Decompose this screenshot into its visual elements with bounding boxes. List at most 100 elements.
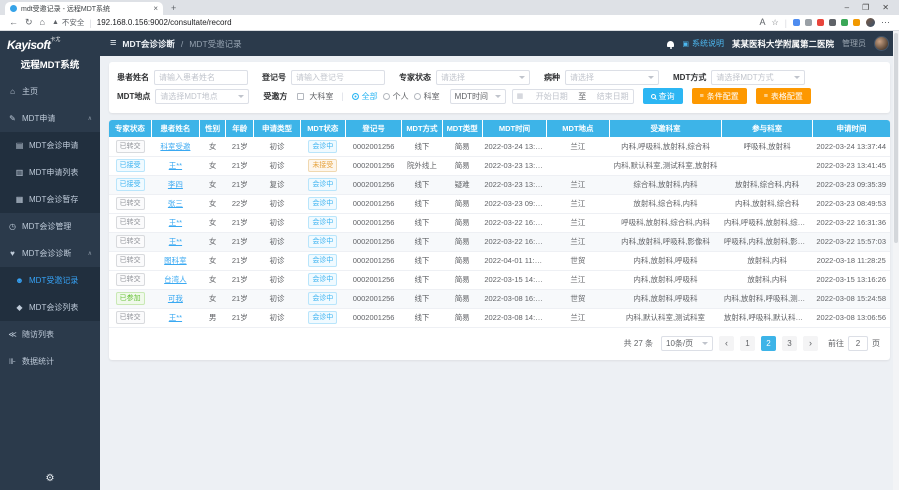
condition-config-button[interactable]: ≡ 条件配置 <box>692 88 747 104</box>
gear-icon[interactable]: ⚙ <box>0 469 100 490</box>
extension-icon[interactable] <box>853 19 860 26</box>
expert-status-tag: 已转交 <box>116 140 145 153</box>
user-icon: ☻ <box>15 276 24 285</box>
top-header: ≡ MDT会诊诊断 / MDT受邀记录 ▣ 系统说明 某某医科大学附属第二医院 … <box>100 31 899 56</box>
read-aloud-icon[interactable]: A <box>759 18 765 27</box>
scrollbar-thumb[interactable] <box>894 33 898 243</box>
sidebar-item-home[interactable]: ⌂主页 <box>0 78 100 105</box>
sidebar-item-mdt-apply[interactable]: ✎MDT申请∧ <box>0 105 100 132</box>
sidebar-item-data-stats[interactable]: ⊪数据统计 <box>0 348 100 375</box>
radio-department[interactable]: 科室 <box>414 91 440 102</box>
radio-all[interactable]: 全部 <box>352 91 378 102</box>
patient-name-link[interactable]: 台湾人 <box>164 275 187 284</box>
date-range-picker[interactable]: ▦ 开始日期 至 结束日期 <box>512 89 634 104</box>
patient-name-link[interactable]: 图科室 <box>164 256 187 265</box>
radio-personal[interactable]: 个人 <box>383 91 409 102</box>
back-icon[interactable]: ← <box>9 18 18 27</box>
sidebar-item-mdt-consult-apply[interactable]: ▤MDT会诊申请 <box>0 132 100 159</box>
security-warning[interactable]: ▲ 不安全 <box>52 17 84 28</box>
extension-icon[interactable] <box>805 19 812 26</box>
cell-gender: 女 <box>200 251 226 270</box>
tab-close-icon[interactable]: × <box>153 5 158 13</box>
sidebar-menu: ⌂主页✎MDT申请∧▤MDT会诊申请▥MDT申请列表▦MDT会诊暂存 ◷ MDT会诊… <box>0 78 100 375</box>
registration-no-input[interactable]: 请输入登记号 <box>291 70 385 85</box>
field-label: 专家状态 <box>399 72 431 83</box>
refresh-icon[interactable]: ↻ <box>25 18 33 27</box>
mdt-location-select[interactable]: 请选择MDT地点 <box>155 89 249 104</box>
sidebar-item-label: MDT会诊管理 <box>22 221 71 232</box>
sidebar-item-mdt-invite-record[interactable]: ☻ MDT受邀记录 <box>0 267 100 294</box>
browser-tab[interactable]: mdt受邀记录 - 远程MDT系统 × <box>5 2 163 15</box>
sidebar-item-label: MDT受邀记录 <box>29 275 78 286</box>
sidebar-item-mdt-consult-diagnosis[interactable]: ♥MDT会诊诊断∧ <box>0 240 100 267</box>
extension-icon[interactable] <box>841 19 848 26</box>
cell-mdt_type: 简易 <box>442 213 482 232</box>
cell-reg_no: 0002001256 <box>345 213 401 232</box>
disease-select[interactable]: 请选择 <box>565 70 659 85</box>
dept-group-checkbox[interactable] <box>297 93 304 100</box>
mdt-mode-select[interactable]: 请选择MDT方式 <box>711 70 805 85</box>
patient-name-link[interactable]: 科室受邀 <box>160 142 190 151</box>
cell-mdt_type: 简易 <box>442 270 482 289</box>
patient-name-link[interactable]: 王** <box>169 313 182 322</box>
time-type-select[interactable]: MDT时间 <box>450 89 506 104</box>
field-patient-name: 患者姓名请输入患者姓名 <box>117 70 248 85</box>
goto-page-input[interactable] <box>848 336 868 351</box>
cell-reg_no: 0002001256 <box>345 251 401 270</box>
sidebar-item-mdt-consult-list[interactable]: ◆MDT会诊列表 <box>0 294 100 321</box>
cell-age: 21岁 <box>226 289 254 308</box>
cell-mdt_mode: 线下 <box>402 308 442 327</box>
sidebar-item-mdt-apply-list[interactable]: ▥MDT申请列表 <box>0 159 100 186</box>
page-scrollbar[interactable] <box>893 31 899 490</box>
cell-expert_status: 已转交 <box>109 308 151 327</box>
column-header-reg_no: 登记号 <box>345 120 401 137</box>
new-tab-button[interactable]: + <box>171 3 176 15</box>
page-button-2[interactable]: 2 <box>761 336 776 351</box>
column-header-mdt_status: MDT状态 <box>300 120 345 137</box>
patient-name-link[interactable]: 张三 <box>168 199 183 208</box>
url-field[interactable]: ▲ 不安全 | 192.168.0.156:9002/consultate/re… <box>52 17 752 28</box>
table-config-button[interactable]: ≡ 表格配置 <box>756 88 811 104</box>
page-button-1[interactable]: 1 <box>740 336 755 351</box>
page-size-select[interactable]: 10条/页 <box>661 336 713 351</box>
browser-menu-icon[interactable]: ⋯ <box>881 18 890 27</box>
divider: | <box>341 91 343 101</box>
home-icon[interactable]: ⌂ <box>40 18 45 27</box>
app-logo: Kayisoft卡尤 <box>0 31 100 55</box>
extension-icon[interactable] <box>793 19 800 26</box>
patient-name-input[interactable]: 请输入患者姓名 <box>154 70 248 85</box>
sidebar-item-label: MDT会诊列表 <box>29 302 78 313</box>
window-minimize-icon[interactable]: – <box>845 3 849 12</box>
prev-page-button[interactable]: ‹ <box>719 336 734 351</box>
cell-mdt_time: 2022-03-23 09:20:00 <box>482 194 546 213</box>
patient-name-link[interactable]: 王** <box>169 237 182 246</box>
sidebar-item-mdt-consult-draft[interactable]: ▦MDT会诊暂存 <box>0 186 100 213</box>
window-maximize-icon[interactable]: ❐ <box>862 3 869 12</box>
field-disease: 病种请选择 <box>544 70 659 85</box>
favorite-icon[interactable]: ☆ <box>771 18 778 27</box>
cell-expert_status: 已接受 <box>109 156 151 175</box>
patient-name-link[interactable]: 王** <box>169 218 182 227</box>
next-page-button[interactable]: › <box>803 336 818 351</box>
bell-icon[interactable] <box>667 41 674 47</box>
patient-name-link[interactable]: 可我 <box>168 294 183 303</box>
system-help-link[interactable]: ▣ 系统说明 <box>682 38 724 49</box>
patient-name-link[interactable]: 王** <box>169 161 182 170</box>
page-button-3[interactable]: 3 <box>782 336 797 351</box>
column-header-name: 患者姓名 <box>151 120 199 137</box>
extension-icon[interactable] <box>829 19 836 26</box>
browser-profile-avatar[interactable] <box>866 18 875 27</box>
query-button[interactable]: 查询 <box>643 88 683 104</box>
window-close-icon[interactable]: ✕ <box>882 3 889 12</box>
sidebar-fold-icon[interactable]: ≡ <box>110 38 116 49</box>
checkbox-label: 大科室 <box>309 91 333 102</box>
search-panel: 患者姓名请输入患者姓名登记号请输入登记号专家状态请选择病种请选择MDT方式请选择… <box>109 62 890 113</box>
user-avatar[interactable] <box>874 36 889 51</box>
sidebar-item-mdt-consult-manage[interactable]: ◷ MDT会诊管理 <box>0 213 100 240</box>
sidebar-item-followup-list[interactable]: ≪随访列表 <box>0 321 100 348</box>
clock-icon: ◷ <box>8 222 17 231</box>
expert-status-select[interactable]: 请选择 <box>436 70 530 85</box>
patient-name-link[interactable]: 李四 <box>168 180 183 189</box>
extension-icon[interactable] <box>817 19 824 26</box>
table-row: 已参加可我女21岁初诊会诊中0002001256线下简易2022-03-08 1… <box>109 289 890 308</box>
